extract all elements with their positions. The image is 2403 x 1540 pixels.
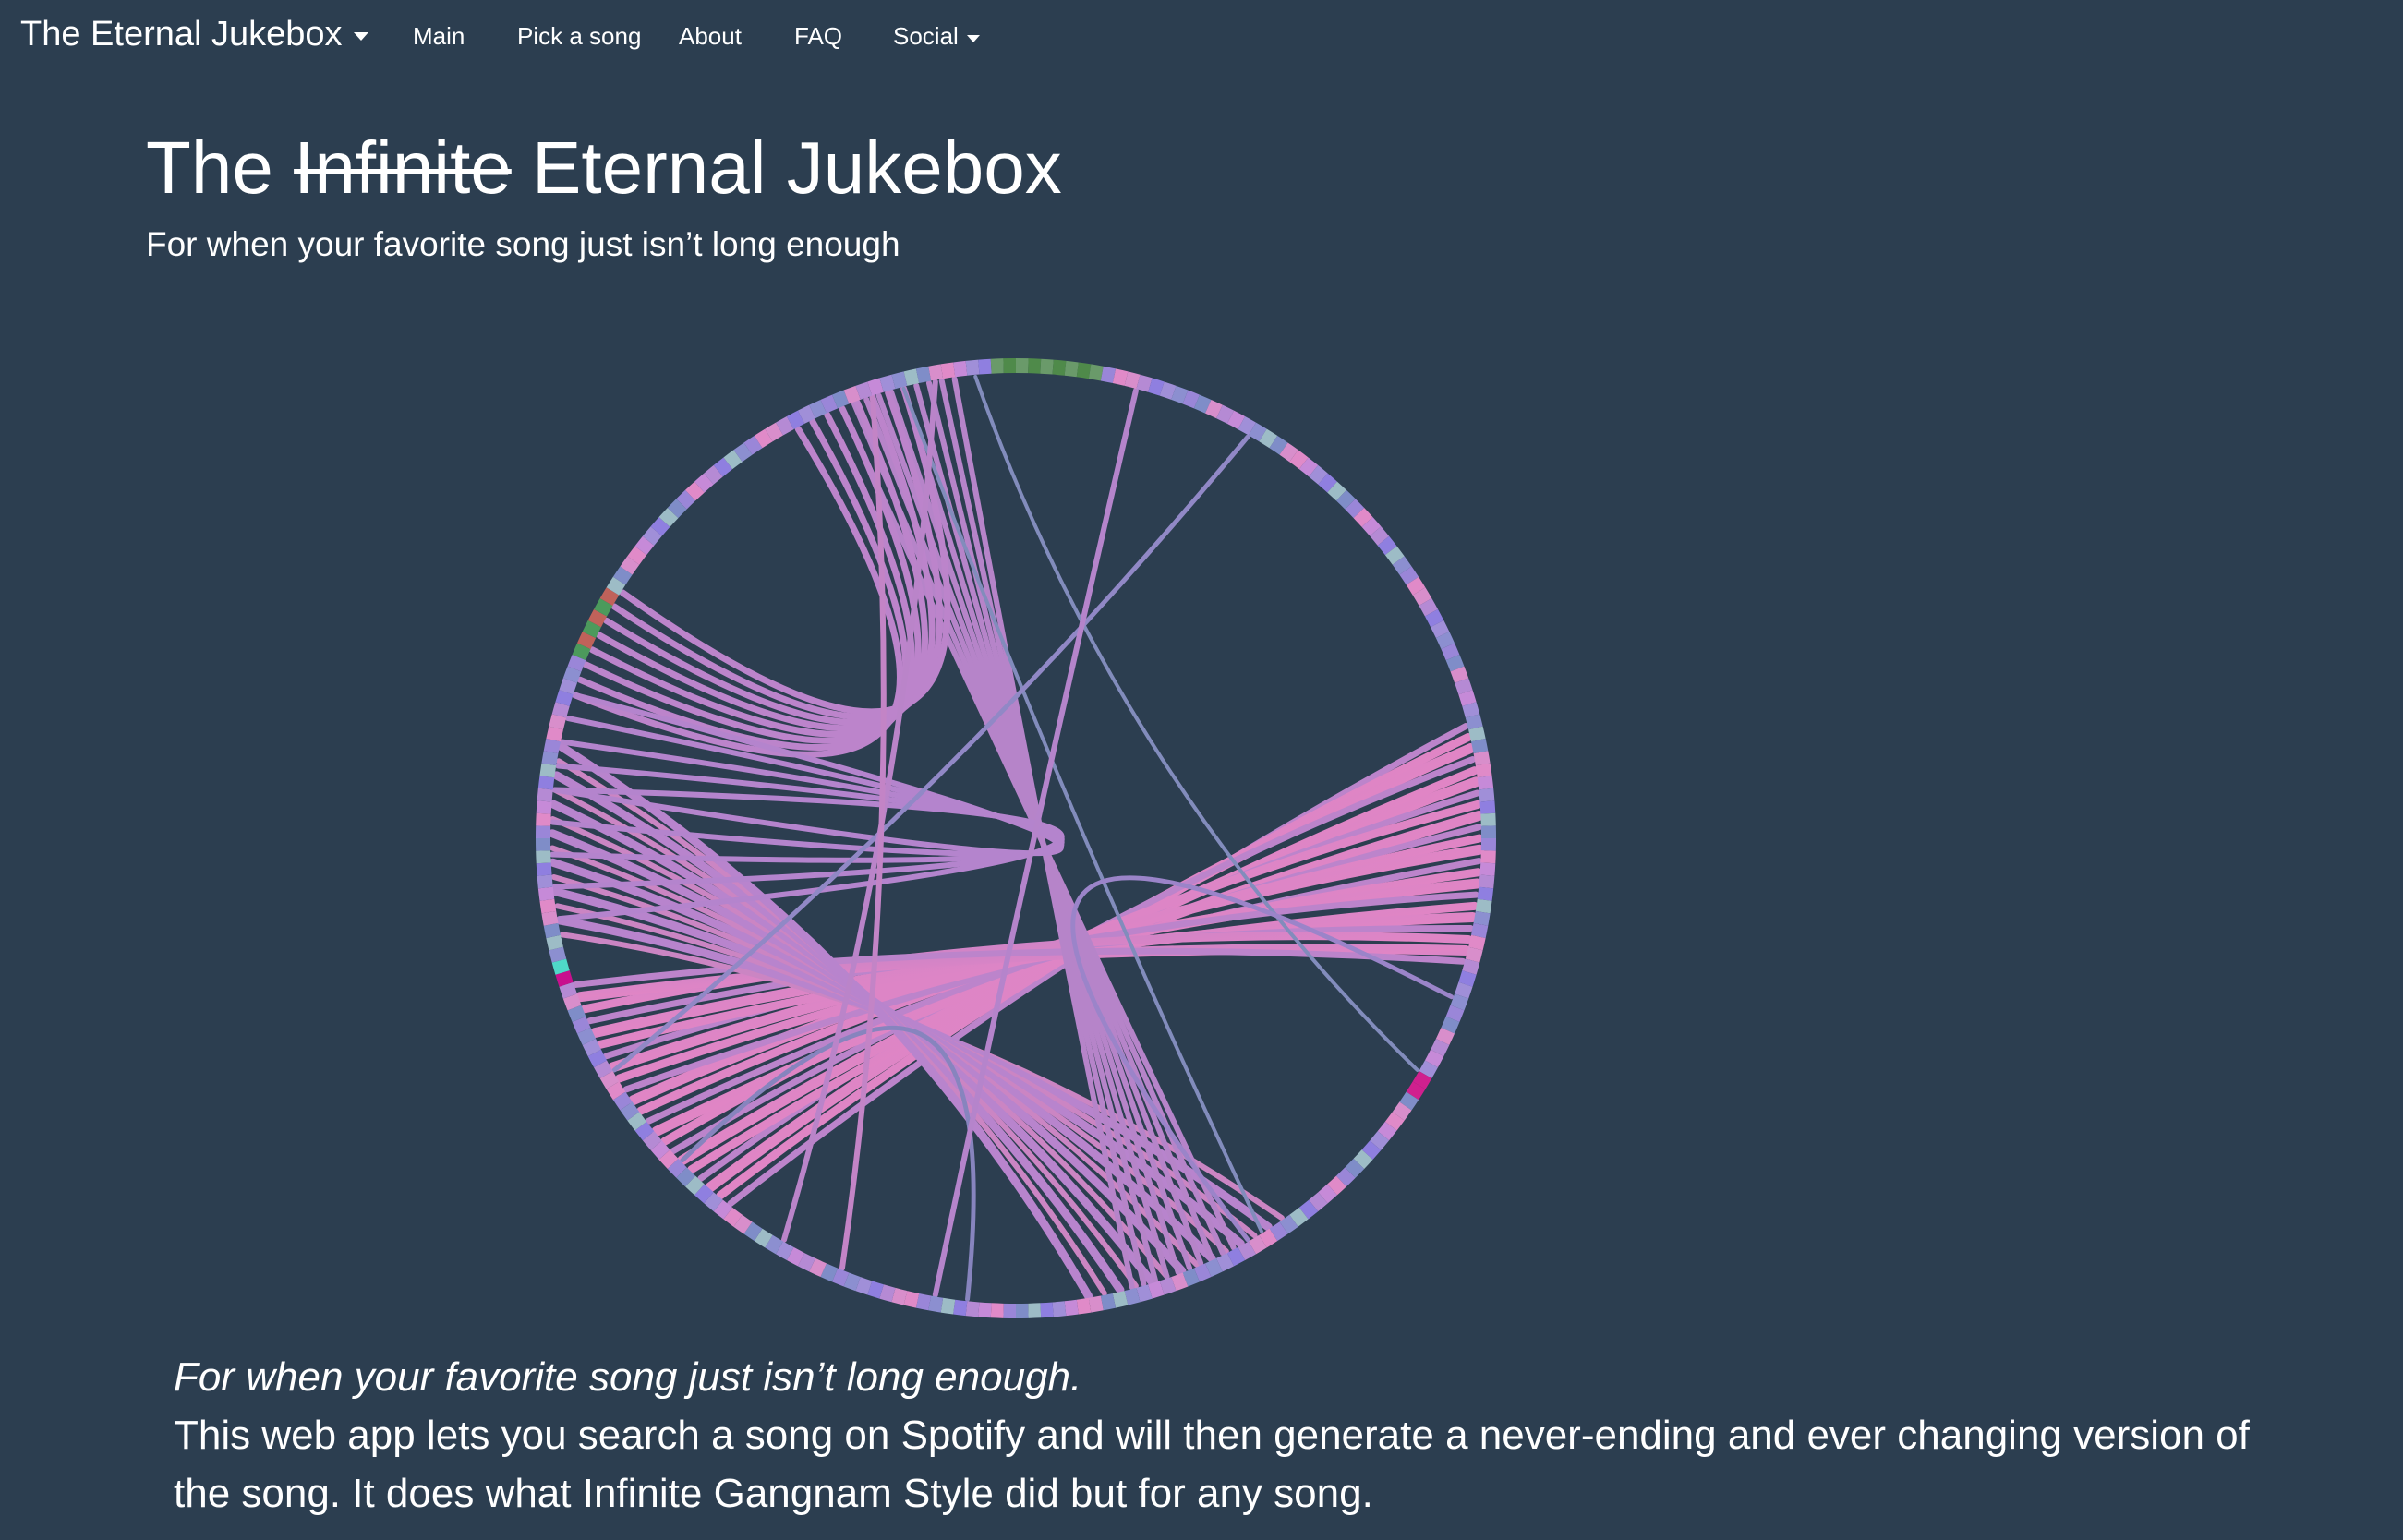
beat-segment[interactable] xyxy=(536,812,551,826)
beat-segment[interactable] xyxy=(1052,1301,1067,1317)
brand-dropdown[interactable]: The Eternal Jukebox xyxy=(20,15,368,54)
nav-social-dropdown[interactable]: Social xyxy=(893,22,980,51)
beat-segment[interactable] xyxy=(1480,850,1496,864)
beat-segment[interactable] xyxy=(940,362,956,379)
beat-segment[interactable] xyxy=(1064,360,1079,378)
beat-segment[interactable] xyxy=(536,862,552,876)
description-lead: For when your favorite song just isn’t l… xyxy=(174,1354,1082,1400)
chevron-down-icon xyxy=(353,32,368,41)
beat-segment[interactable] xyxy=(1003,1303,1016,1318)
beat-segment[interactable] xyxy=(940,1297,956,1315)
beat-segment[interactable] xyxy=(1479,800,1496,814)
beat-segment[interactable] xyxy=(537,874,553,889)
beat-segment[interactable] xyxy=(1016,358,1029,374)
nav-main-label: Main xyxy=(413,22,465,50)
nav-about[interactable]: About xyxy=(679,22,742,51)
beat-segment[interactable] xyxy=(965,1301,980,1317)
beat-segment[interactable] xyxy=(537,788,553,802)
beat-segment[interactable] xyxy=(953,1299,968,1317)
beat-segment[interactable] xyxy=(1479,862,1496,876)
beat-segment[interactable] xyxy=(1028,358,1042,374)
beat-segment[interactable] xyxy=(539,763,557,778)
beat-segment[interactable] xyxy=(537,776,555,790)
beat-segment[interactable] xyxy=(953,360,968,378)
title-struck-word: Infinite xyxy=(294,126,512,209)
beat-segment[interactable] xyxy=(1477,776,1494,790)
nav-social-label: Social xyxy=(893,22,959,50)
beat-segment[interactable] xyxy=(990,358,1004,374)
beat-segment[interactable] xyxy=(1052,359,1067,376)
beat-segment[interactable] xyxy=(1076,362,1092,379)
page-subtitle: For when your favorite song just isn’t l… xyxy=(146,225,900,263)
beat-segment[interactable] xyxy=(1475,763,1492,778)
beat-segment[interactable] xyxy=(1475,898,1492,914)
title-prefix: The xyxy=(146,126,273,209)
beat-segment[interactable] xyxy=(965,359,980,376)
jukebox-visualization[interactable] xyxy=(517,340,1515,1337)
beat-segment[interactable] xyxy=(1479,874,1495,889)
nav-faq[interactable]: FAQ xyxy=(794,22,842,51)
beat-segment[interactable] xyxy=(1064,1299,1079,1317)
beat-segment[interactable] xyxy=(978,358,992,375)
beat-segment[interactable] xyxy=(1076,1297,1092,1315)
beat-segment[interactable] xyxy=(536,838,551,851)
jump-arc xyxy=(583,411,915,744)
jump-arcs xyxy=(548,374,1485,1302)
beat-segment[interactable] xyxy=(978,1302,992,1318)
beat-segment[interactable] xyxy=(1480,838,1496,851)
navbar: The Eternal Jukebox Main Pick a song Abo… xyxy=(0,0,2403,76)
beat-segment[interactable] xyxy=(1480,812,1496,826)
beat-segment[interactable] xyxy=(536,850,551,864)
beat-segment[interactable] xyxy=(536,825,551,838)
nav-pick-a-song[interactable]: Pick a song xyxy=(517,22,641,51)
description: For when your favorite song just isn’t l… xyxy=(174,1348,2298,1522)
nav-faq-label: FAQ xyxy=(794,22,843,50)
beat-segment[interactable] xyxy=(1480,825,1496,838)
beat-segment[interactable] xyxy=(537,886,555,901)
beat-segment[interactable] xyxy=(1477,886,1494,901)
chevron-down-icon xyxy=(966,34,980,42)
beat-segment[interactable] xyxy=(1016,1303,1029,1318)
beat-segment[interactable] xyxy=(539,898,557,914)
beat-segment[interactable] xyxy=(1479,788,1495,802)
beat-segment[interactable] xyxy=(990,1303,1004,1318)
nav-main[interactable]: Main xyxy=(413,22,465,51)
beat-segment[interactable] xyxy=(536,800,552,814)
brand-label: The Eternal Jukebox xyxy=(20,15,343,54)
description-body: This web app lets you search a song on S… xyxy=(174,1413,2250,1516)
beat-segment[interactable] xyxy=(1003,358,1016,374)
title-suffix: Eternal Jukebox xyxy=(532,126,1062,209)
beat-segment[interactable] xyxy=(1040,358,1054,375)
nav-about-label: About xyxy=(679,22,742,50)
beat-segment[interactable] xyxy=(1028,1303,1042,1318)
nav-pick-a-song-label: Pick a song xyxy=(517,22,642,50)
page-title: The Infinite Eternal Jukebox xyxy=(146,126,1062,211)
beat-segment[interactable] xyxy=(1040,1302,1054,1318)
